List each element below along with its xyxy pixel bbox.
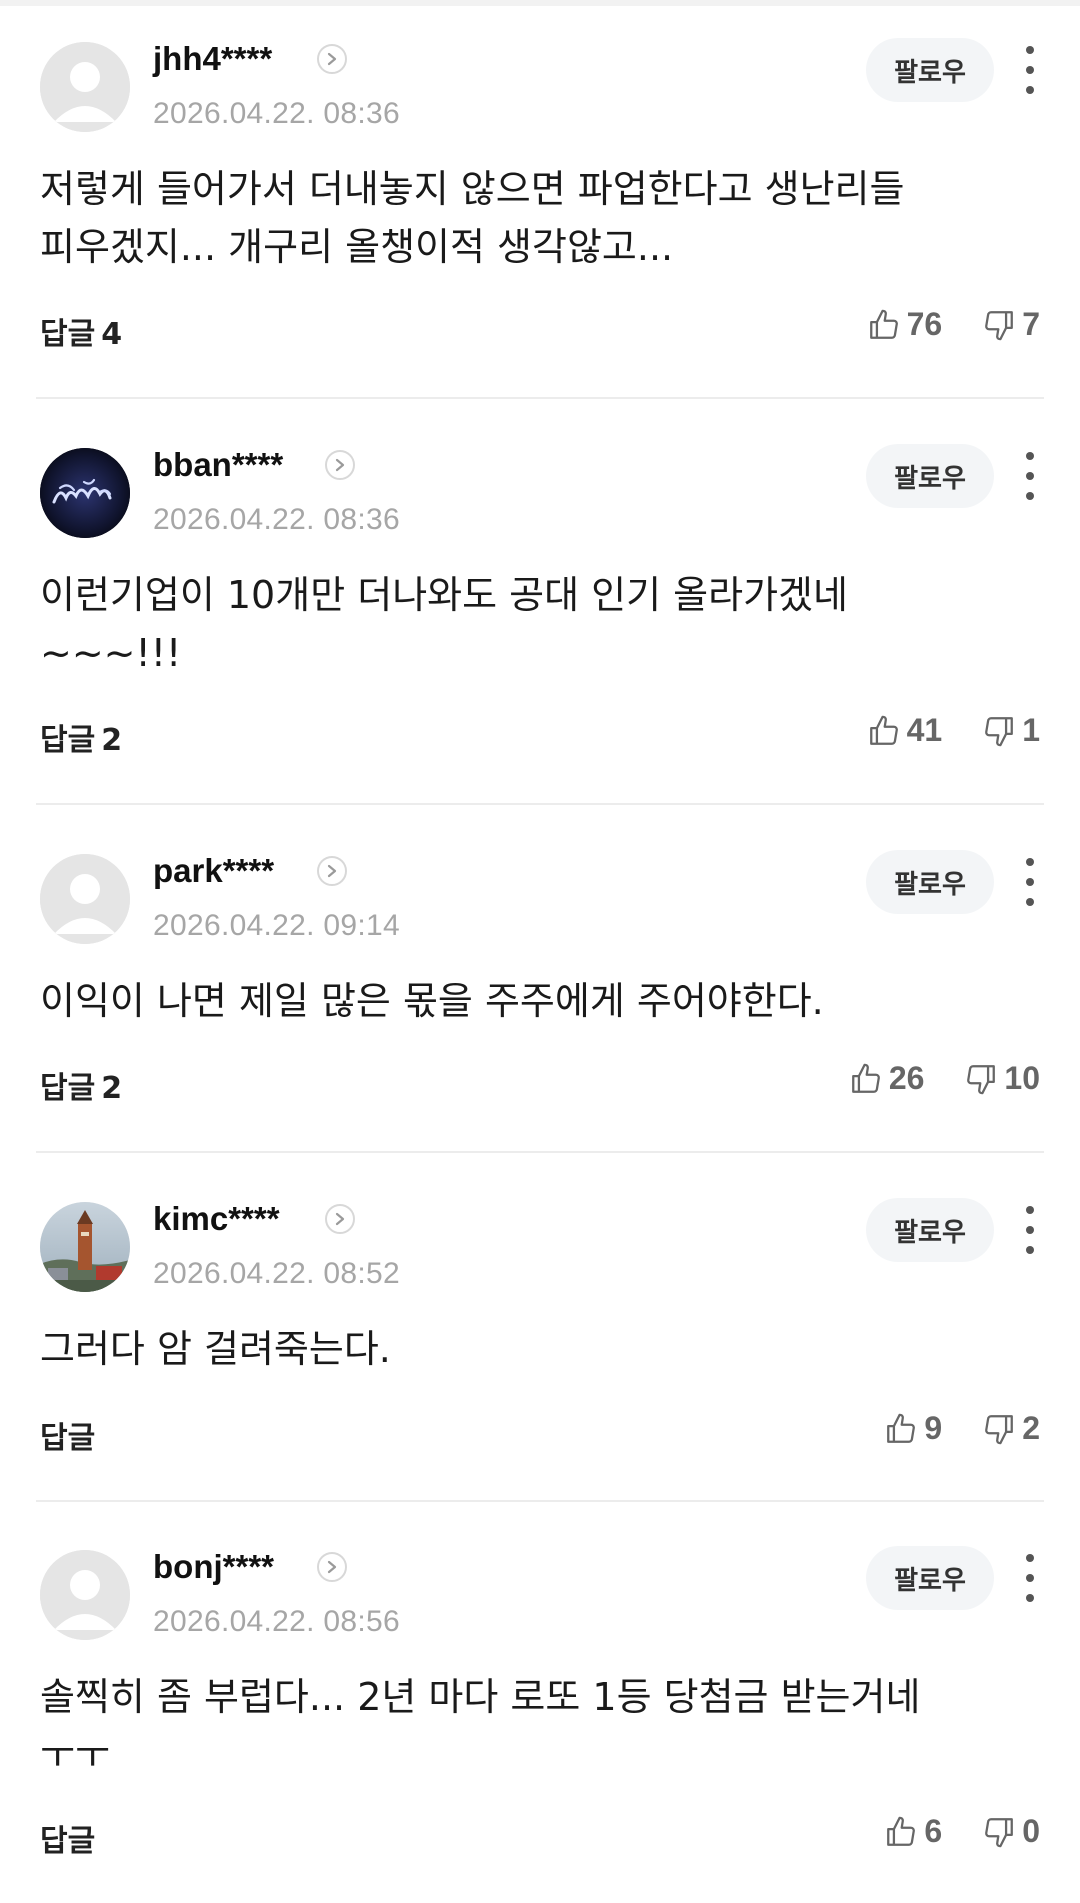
thumbs-down-icon bbox=[985, 716, 1014, 746]
default-avatar-icon bbox=[40, 1550, 130, 1640]
reply-button[interactable]: 답글 2 bbox=[40, 715, 122, 759]
thumbs-up-icon bbox=[887, 1413, 916, 1443]
chevron-right-icon[interactable] bbox=[325, 1204, 355, 1234]
dislike-button[interactable]: 7 bbox=[982, 306, 1040, 343]
divider bbox=[36, 397, 1044, 399]
vote-group: 26 10 bbox=[849, 1060, 1040, 1097]
chevron-right-icon[interactable] bbox=[317, 1552, 347, 1582]
like-count: 6 bbox=[924, 1813, 943, 1849]
avatar[interactable] bbox=[40, 1550, 130, 1640]
reply-count: 2 bbox=[101, 723, 123, 758]
default-avatar-icon bbox=[40, 854, 130, 944]
follow-button[interactable]: 팔로우 bbox=[866, 850, 994, 914]
dislike-button[interactable]: 2 bbox=[982, 1410, 1040, 1447]
more-options-icon[interactable] bbox=[1018, 448, 1042, 504]
dislike-count: 7 bbox=[1022, 306, 1040, 342]
reply-button[interactable]: 답글 bbox=[40, 1413, 95, 1457]
thumbs-up-icon bbox=[851, 1063, 880, 1093]
timestamp: 2026.04.22. 08:56 bbox=[153, 1605, 400, 1638]
divider bbox=[36, 1151, 1044, 1153]
chevron-right-icon[interactable] bbox=[317, 44, 347, 74]
more-options-icon[interactable] bbox=[1018, 1550, 1042, 1606]
comment-item: jhh4**** 2026.04.22. 08:36 팔로우 저렇게 들어가서 … bbox=[0, 0, 1080, 400]
timestamp: 2026.04.22. 08:52 bbox=[153, 1257, 400, 1290]
timestamp: 2026.04.22. 08:36 bbox=[153, 503, 400, 536]
more-options-icon[interactable] bbox=[1018, 854, 1042, 910]
divider bbox=[36, 1500, 1044, 1502]
reply-label: 답글 bbox=[40, 723, 96, 758]
thumbs-down-icon bbox=[967, 1064, 996, 1094]
reply-button[interactable]: 답글 bbox=[40, 1816, 95, 1860]
dislike-count: 0 bbox=[1022, 1813, 1040, 1849]
avatar[interactable] bbox=[40, 1202, 130, 1292]
reply-count: 4 bbox=[101, 317, 123, 352]
comment-text: 저렇게 들어가서 더내놓지 않으면 파업한다고 생난리들 피우겠지... 개구리… bbox=[40, 167, 905, 269]
chevron-right-icon[interactable] bbox=[325, 450, 355, 480]
username[interactable]: bonj**** bbox=[153, 1548, 274, 1586]
comment-item: park**** 2026.04.22. 09:14 팔로우 이익이 나면 제일… bbox=[0, 812, 1080, 1152]
vote-group: 76 7 bbox=[867, 306, 1040, 343]
vote-group: 6 0 bbox=[884, 1813, 1040, 1850]
default-avatar-icon bbox=[40, 42, 130, 132]
photo-avatar-tower bbox=[40, 1202, 130, 1292]
dislike-count: 1 bbox=[1022, 712, 1040, 748]
reply-label: 답글 bbox=[40, 317, 96, 352]
thumbs-down-icon bbox=[985, 1817, 1014, 1847]
reply-label: 답글 bbox=[40, 1421, 96, 1456]
thumbs-up-icon bbox=[869, 309, 898, 339]
follow-button[interactable]: 팔로우 bbox=[866, 1546, 994, 1610]
like-button[interactable]: 76 bbox=[867, 306, 943, 343]
like-button[interactable]: 26 bbox=[849, 1060, 925, 1097]
comment-text: 솔찍히 좀 부럽다... 2년 마다 로또 1등 당첨금 받는거네 ㅜㅜ bbox=[40, 1675, 921, 1777]
like-button[interactable]: 41 bbox=[867, 712, 943, 749]
comment-text: 이런기업이 10개만 더나와도 공대 인기 올라가겠네 ~~~!!! bbox=[40, 573, 848, 675]
comment-item: kimc**** 2026.04.22. 08:52 팔로우 그러다 암 걸려죽… bbox=[0, 1160, 1080, 1500]
reply-button[interactable]: 답글 4 bbox=[40, 309, 122, 353]
vote-group: 41 1 bbox=[867, 712, 1040, 749]
thumbs-down-icon bbox=[985, 310, 1014, 340]
custom-avatar-dark bbox=[40, 448, 130, 538]
more-options-icon[interactable] bbox=[1018, 42, 1042, 98]
follow-button[interactable]: 팔로우 bbox=[866, 1198, 994, 1262]
like-button[interactable]: 6 bbox=[884, 1813, 942, 1850]
more-options-icon[interactable] bbox=[1018, 1202, 1042, 1258]
avatar[interactable] bbox=[40, 42, 130, 132]
timestamp: 2026.04.22. 09:14 bbox=[153, 909, 400, 942]
like-count: 26 bbox=[888, 1060, 925, 1096]
username[interactable]: park**** bbox=[153, 852, 274, 890]
dislike-button[interactable]: 1 bbox=[982, 712, 1040, 749]
vote-group: 9 2 bbox=[884, 1410, 1040, 1447]
thumbs-up-icon bbox=[887, 1816, 916, 1846]
thumbs-down-icon bbox=[985, 1414, 1014, 1444]
like-button[interactable]: 9 bbox=[884, 1410, 942, 1447]
comment-text: 이익이 나면 제일 많은 몫을 주주에게 주어야한다. bbox=[40, 979, 824, 1023]
username[interactable]: bban**** bbox=[153, 446, 283, 484]
dislike-button[interactable]: 0 bbox=[982, 1813, 1040, 1850]
comment-item: bonj**** 2026.04.22. 08:56 팔로우 솔찍히 좀 부럽다… bbox=[0, 1508, 1080, 1903]
timestamp: 2026.04.22. 08:36 bbox=[153, 97, 400, 130]
like-count: 9 bbox=[924, 1410, 943, 1446]
username[interactable]: jhh4**** bbox=[153, 40, 272, 78]
chevron-right-icon[interactable] bbox=[317, 856, 347, 886]
reply-count: 2 bbox=[101, 1071, 123, 1106]
avatar[interactable] bbox=[40, 448, 130, 538]
reply-label: 답글 bbox=[40, 1071, 96, 1106]
dislike-count: 10 bbox=[1004, 1060, 1040, 1096]
avatar[interactable] bbox=[40, 854, 130, 944]
follow-button[interactable]: 팔로우 bbox=[866, 38, 994, 102]
like-count: 76 bbox=[906, 306, 943, 342]
follow-button[interactable]: 팔로우 bbox=[866, 444, 994, 508]
dislike-button[interactable]: 10 bbox=[964, 1060, 1040, 1097]
thumbs-up-icon bbox=[869, 715, 898, 745]
username[interactable]: kimc**** bbox=[153, 1200, 280, 1238]
reply-button[interactable]: 답글 2 bbox=[40, 1063, 122, 1107]
divider bbox=[36, 803, 1044, 805]
reply-label: 답글 bbox=[40, 1824, 96, 1859]
dislike-count: 2 bbox=[1022, 1410, 1040, 1446]
comment-item: bban**** 2026.04.22. 08:36 팔로우 이런기업이 10개… bbox=[0, 406, 1080, 806]
like-count: 41 bbox=[906, 712, 943, 748]
comment-text: 그러다 암 걸려죽는다. bbox=[40, 1327, 391, 1371]
